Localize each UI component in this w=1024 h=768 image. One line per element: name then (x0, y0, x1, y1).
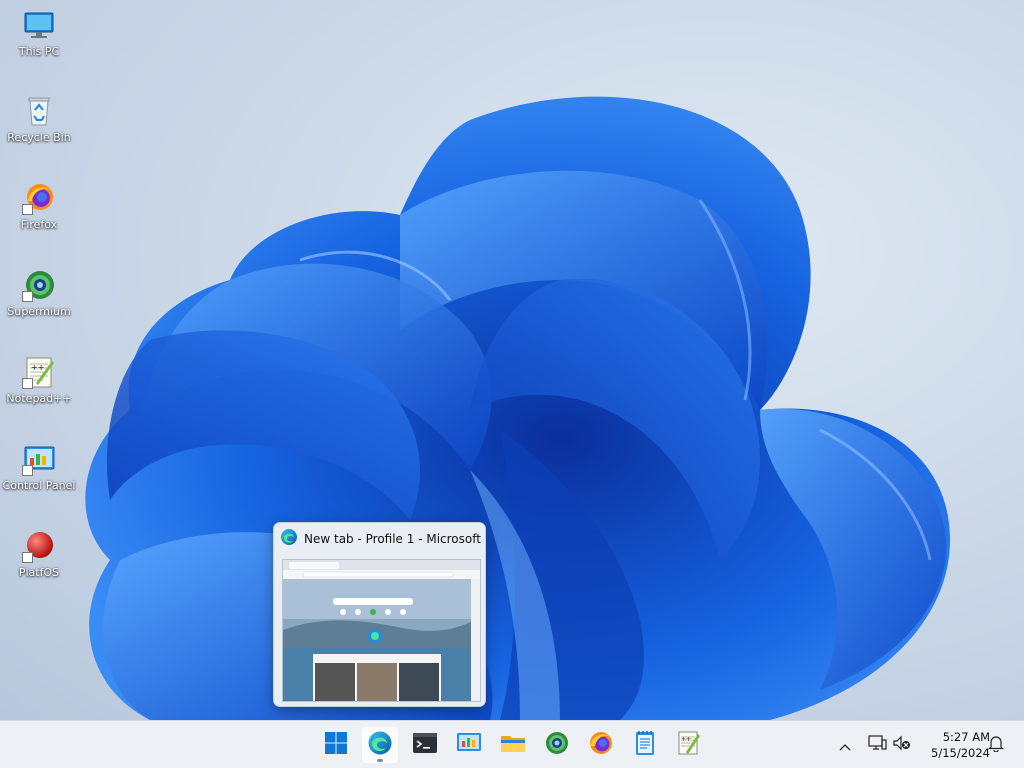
desktop-icon-control-panel[interactable]: Control Panel (2, 442, 76, 492)
desktop-icon-label: Supermium (7, 305, 71, 318)
desktop-icon-notepad-plus-plus[interactable]: ++ Notepad++ (2, 355, 76, 405)
volume-tray-button[interactable] (890, 733, 914, 757)
desktop-icon-label: Control Panel (2, 479, 76, 492)
edge-icon (280, 528, 298, 550)
bell-icon (988, 734, 1004, 756)
taskbar-app-notepad-plus-plus[interactable]: ++ (671, 727, 707, 763)
folder-icon (500, 732, 526, 758)
notifications-button[interactable] (984, 733, 1008, 757)
taskbar-app-notepad[interactable] (627, 727, 663, 763)
taskbar-app-file-explorer[interactable] (495, 727, 531, 763)
shortcut-arrow-icon (22, 204, 33, 215)
start-button[interactable] (318, 727, 354, 763)
clock-date: 5/15/2024 (931, 746, 990, 760)
firefox-icon (22, 181, 56, 215)
taskbar-app-supermium[interactable] (539, 727, 575, 763)
firefox-icon (588, 730, 614, 760)
chevron-up-icon (839, 736, 851, 755)
desktop-icon-this-pc[interactable]: This PC (2, 8, 76, 58)
running-indicator (377, 759, 383, 762)
desktop-icon-label: Firefox (20, 218, 58, 231)
taskbar-app-firefox[interactable] (583, 727, 619, 763)
taskbar-app-control-panel[interactable] (451, 727, 487, 763)
notepad-plus-plus-icon: ++ (22, 355, 56, 389)
preview-thumbnail (282, 559, 481, 702)
desktop-icon-label: Recycle Bin (7, 131, 71, 144)
computer-icon (22, 8, 56, 42)
desktop-icon-recycle-bin[interactable]: Recycle Bin (2, 94, 76, 144)
notepad-icon (634, 730, 656, 760)
supermium-icon (544, 730, 570, 760)
taskbar-app-edge[interactable] (362, 727, 398, 763)
windows-start-icon (324, 731, 348, 759)
taskbar-app-terminal[interactable] (407, 727, 443, 763)
clock-time: 5:27 AM (942, 730, 990, 744)
desktop: This PC Recycle Bin Firefox Supermium ++… (0, 0, 1024, 720)
preview-title: New tab - Profile 1 - Microsoft ... (304, 532, 484, 546)
desktop-icon-platfos[interactable]: PlatfOS (2, 529, 76, 579)
svg-text:++: ++ (681, 736, 691, 743)
network-tray-button[interactable] (865, 733, 889, 757)
svg-text:++: ++ (31, 363, 44, 372)
shortcut-arrow-icon (22, 465, 33, 476)
supermium-icon (22, 268, 56, 302)
volume-muted-icon (892, 734, 912, 756)
edge-icon (367, 730, 393, 760)
shortcut-arrow-icon (22, 378, 33, 389)
shortcut-arrow-icon (22, 552, 33, 563)
desktop-icon-supermium[interactable]: Supermium (2, 268, 76, 318)
control-panel-icon (456, 732, 482, 758)
recycle-bin-icon (22, 94, 56, 128)
desktop-icon-label: This PC (18, 45, 60, 58)
taskbar: ++ 5:27 AM 5/15/2024 (0, 720, 1024, 768)
system-clock[interactable]: 5:27 AM 5/15/2024 (918, 729, 990, 761)
network-icon (867, 734, 887, 756)
notepad-plus-plus-icon: ++ (677, 730, 701, 760)
shortcut-arrow-icon (22, 291, 33, 302)
control-panel-icon (22, 442, 56, 476)
show-hidden-icons-button[interactable] (833, 733, 857, 757)
desktop-icon-label: PlatfOS (18, 566, 60, 579)
bloom-wallpaper (85, 96, 950, 720)
preview-header: New tab - Profile 1 - Microsoft ... (274, 523, 485, 555)
taskbar-window-preview[interactable]: New tab - Profile 1 - Microsoft ... (273, 522, 486, 707)
terminal-icon (412, 732, 438, 758)
platfos-icon (22, 529, 56, 563)
desktop-icon-label: Notepad++ (6, 392, 72, 405)
desktop-icon-firefox[interactable]: Firefox (2, 181, 76, 231)
